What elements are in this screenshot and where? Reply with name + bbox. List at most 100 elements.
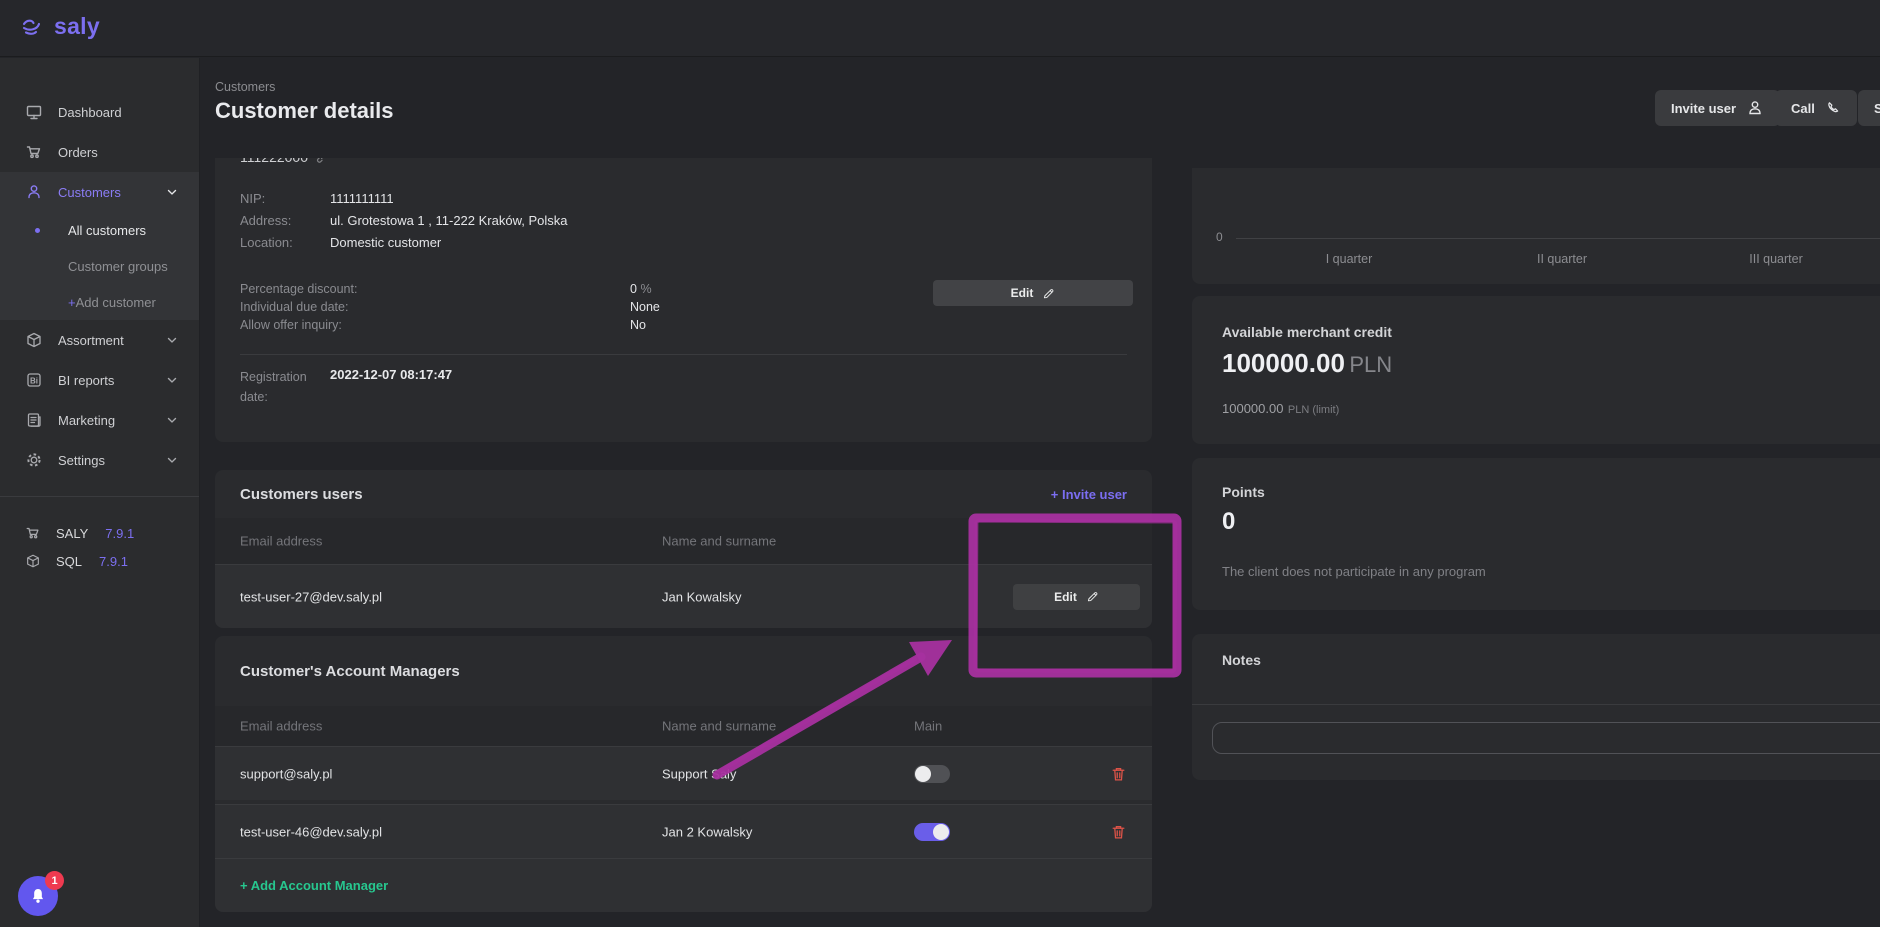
card-divider: [1192, 704, 1880, 705]
address-label: Address:: [240, 210, 330, 232]
col-main: Main: [914, 719, 942, 734]
location-value: Domestic customer: [330, 232, 441, 254]
sidebar-divider: [0, 496, 199, 497]
notes-input[interactable]: [1212, 722, 1880, 754]
sidebar-item-label: Marketing: [58, 413, 115, 428]
chart-axis-line: [1236, 238, 1880, 239]
app-logo[interactable]: saly: [22, 13, 100, 40]
section-title: Customer's Account Managers: [240, 663, 460, 680]
location-label: Location:: [240, 232, 330, 254]
table-row: test-user-46@dev.saly.pl Jan 2 Kowalsky: [215, 804, 1152, 858]
invite-user-button[interactable]: Invite user: [1655, 90, 1780, 126]
invite-user-link[interactable]: + Invite user: [1051, 487, 1127, 502]
box-icon: [25, 331, 43, 349]
card-divider: [240, 354, 1127, 355]
version-sql: SQL 7.9.1: [0, 547, 199, 575]
main-toggle-off[interactable]: [914, 765, 950, 783]
sidebar-item-label: Settings: [58, 453, 105, 468]
notifications-button[interactable]: 1: [18, 876, 58, 916]
customer-info-fields: NIP:1111111111 Address:ul. Grotestowa 1 …: [240, 188, 568, 254]
table-row: support@saly.pl Support Saly: [215, 746, 1152, 800]
manager-email: test-user-46@dev.saly.pl: [240, 824, 382, 839]
pencil-icon: [1042, 287, 1055, 300]
cart-icon: [25, 143, 43, 161]
due-date-value: None: [630, 298, 660, 316]
sidebar-item-label: Add customer: [76, 295, 156, 310]
sidebar-item-settings[interactable]: Settings: [0, 440, 199, 480]
sidebar-item-label: Customer groups: [68, 259, 168, 274]
nip-label: NIP:: [240, 188, 330, 210]
main-content: Customers Customer details Invite user C…: [200, 58, 1880, 927]
breadcrumb: Customers: [215, 80, 275, 94]
person-icon: [25, 183, 43, 201]
sidebar-item-orders[interactable]: Orders: [0, 132, 199, 172]
delete-manager-icon[interactable]: [1110, 765, 1127, 782]
registration-row: Registrationdate: 2022-12-07 08:17:47: [240, 367, 452, 407]
edit-discount-button[interactable]: Edit: [933, 280, 1133, 306]
sidebar-group-customers: Customers All customers Customer groups …: [0, 172, 199, 320]
account-managers-card: Customer's Account Managers Email addres…: [215, 636, 1152, 912]
saly-logo-icon: [22, 16, 48, 38]
gear-icon: [25, 451, 43, 469]
sidebar-item-add-customer[interactable]: + Add customer: [0, 284, 199, 320]
notification-badge: 1: [45, 871, 64, 890]
document-icon: [25, 411, 43, 429]
version-number: 7.9.1: [105, 526, 134, 541]
sidebar: Dashboard Orders Customers: [0, 58, 200, 927]
axis-zero-tick: 0: [1216, 230, 1223, 244]
notes-title: Notes: [1222, 652, 1261, 668]
main-toggle-on[interactable]: [914, 823, 950, 841]
version-saly: SALY 7.9.1: [0, 519, 199, 547]
cut-off-button[interactable]: S: [1858, 90, 1880, 126]
sidebar-item-bi-reports[interactable]: Bi BI reports: [0, 360, 199, 400]
sidebar-item-customer-groups[interactable]: Customer groups: [0, 248, 199, 284]
chevron-down-icon[interactable]: [165, 373, 179, 387]
manager-name: Support Saly: [662, 766, 736, 781]
cart-icon: [25, 525, 41, 541]
table-header: Email address Name and surname Main: [215, 706, 1152, 746]
quarterly-chart-card: 0 I quarter II quarter III quarter: [1192, 168, 1880, 284]
sidebar-item-customers[interactable]: Customers: [0, 172, 199, 212]
sidebar-item-label: Assortment: [58, 333, 124, 348]
customer-details-card: 111222000 NIP:1111111111 Address:ul. Gro…: [215, 158, 1152, 442]
chevron-down-icon[interactable]: [165, 185, 179, 199]
add-account-manager-link[interactable]: + Add Account Manager: [240, 878, 388, 893]
bell-icon: [29, 887, 47, 905]
chevron-down-icon[interactable]: [165, 453, 179, 467]
section-title: Customers users: [240, 486, 363, 503]
sidebar-item-assortment[interactable]: Assortment: [0, 320, 199, 360]
x-tick-q1: I quarter: [1326, 252, 1373, 266]
user-name: Jan Kowalsky: [662, 589, 741, 604]
x-tick-q2: II quarter: [1537, 252, 1587, 266]
svg-text:Bi: Bi: [30, 376, 38, 385]
app-logo-text: saly: [54, 13, 100, 40]
registration-label: Registration: [240, 370, 307, 384]
credit-title: Available merchant credit: [1222, 324, 1392, 340]
phone-number-link[interactable]: 111222000: [240, 158, 329, 165]
col-name: Name and surname: [662, 719, 776, 734]
sidebar-item-marketing[interactable]: Marketing: [0, 400, 199, 440]
offer-inquiry-label: Allow offer inquiry:: [240, 316, 630, 334]
discount-fields: Percentage discount:0 % Individual due d…: [240, 280, 660, 334]
chevron-down-icon[interactable]: [165, 413, 179, 427]
credit-amount: 100000.00: [1222, 348, 1345, 378]
edit-user-button[interactable]: Edit: [1013, 584, 1140, 610]
sidebar-item-dashboard[interactable]: Dashboard: [0, 92, 199, 132]
sidebar-item-all-customers[interactable]: All customers: [0, 212, 199, 248]
discount-label: Percentage discount:: [240, 280, 630, 298]
sidebar-item-label: Orders: [58, 145, 98, 160]
points-note: The client does not participate in any p…: [1222, 564, 1486, 579]
delete-manager-icon[interactable]: [1110, 823, 1127, 840]
sidebar-item-label: BI reports: [58, 373, 114, 388]
credit-limit-amount: 100000.00: [1222, 401, 1283, 416]
person-add-icon: [1746, 99, 1764, 117]
sidebar-item-label: Customers: [58, 185, 121, 200]
chevron-down-icon[interactable]: [165, 333, 179, 347]
credit-limit-suffix: PLN (limit): [1288, 404, 1339, 416]
page-title: Customer details: [215, 98, 394, 124]
call-button[interactable]: Call: [1775, 90, 1857, 126]
version-name: SALY: [56, 526, 88, 541]
notes-card: Notes: [1192, 634, 1880, 780]
due-date-label: Individual due date:: [240, 298, 630, 316]
col-email: Email address: [240, 719, 322, 734]
